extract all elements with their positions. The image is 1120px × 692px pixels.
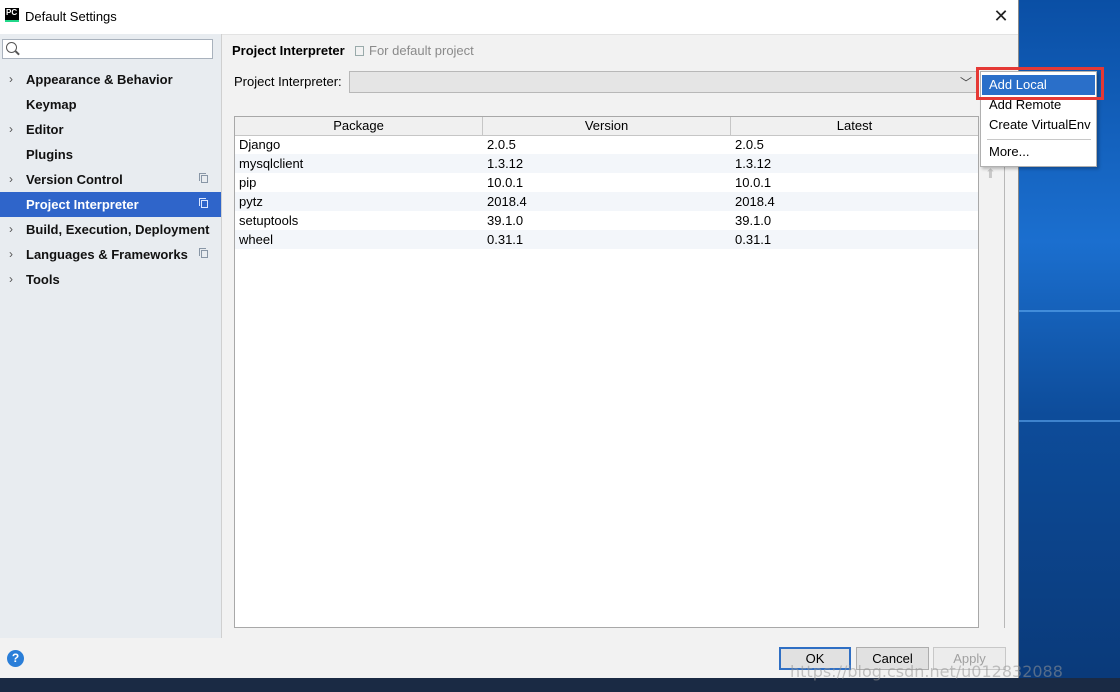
cell-package: Django: [239, 137, 281, 152]
page-subtitle: For default project: [355, 43, 474, 58]
table-row[interactable]: Django 2.0.5 2.0.5: [235, 135, 978, 154]
cell-version: 1.3.12: [487, 156, 524, 171]
sidebar-item-label: Languages & Frameworks: [26, 247, 188, 262]
search-icon: [6, 42, 17, 53]
chevron-right-icon[interactable]: ›: [9, 167, 13, 192]
sidebar-item-languages-frameworks[interactable]: › Languages & Frameworks: [0, 242, 221, 267]
sidebar-item-plugins[interactable]: Plugins: [0, 142, 221, 167]
project-scope-icon: [199, 173, 208, 183]
table-header: Package Version Latest: [235, 117, 978, 136]
sidebar-item-keymap[interactable]: Keymap: [0, 92, 221, 117]
sidebar-item-editor[interactable]: › Editor: [0, 117, 221, 142]
sidebar-item-build-execution-deployment[interactable]: › Build, Execution, Deployment: [0, 217, 221, 242]
cell-package: setuptools: [239, 213, 299, 228]
column-header-package[interactable]: Package: [235, 117, 483, 135]
desktop-light-beam: [1018, 420, 1120, 422]
project-scope-icon: [199, 198, 208, 208]
cell-version: 2.0.5: [487, 137, 516, 152]
interpreter-select[interactable]: ﹀: [349, 71, 977, 93]
sidebar-item-label: Version Control: [26, 172, 123, 187]
sidebar-item-label: Appearance & Behavior: [26, 72, 173, 87]
settings-search-input[interactable]: [2, 39, 213, 59]
sidebar-item-label: Keymap: [26, 97, 77, 112]
column-header-latest[interactable]: Latest: [731, 117, 978, 135]
table-row[interactable]: pip 10.0.1 10.0.1: [235, 173, 978, 192]
sidebar-item-version-control[interactable]: › Version Control: [0, 167, 221, 192]
chevron-right-icon[interactable]: ›: [9, 67, 13, 92]
packages-table: Package Version Latest Django 2.0.5 2.0.5 m…: [234, 116, 979, 628]
table-row[interactable]: pytz 2018.4 2018.4: [235, 192, 978, 211]
sidebar-item-label: Editor: [26, 122, 64, 137]
upgrade-arrow-icon[interactable]: ⬆: [985, 166, 996, 182]
sidebar-item-label: Plugins: [26, 147, 73, 162]
cell-latest: 0.31.1: [735, 232, 772, 247]
table-toolbar: ⬆: [979, 116, 1005, 628]
annotation-highlight-box: [976, 67, 1104, 100]
cell-version: 2018.4: [487, 194, 527, 209]
cell-latest: 2.0.5: [735, 137, 764, 152]
menu-item-more[interactable]: More...: [982, 142, 1095, 162]
sidebar-item-project-interpreter[interactable]: Project Interpreter: [0, 192, 221, 217]
window-title: Default Settings: [25, 9, 117, 24]
sidebar-item-label: Build, Execution, Deployment: [26, 222, 210, 237]
sidebar-item-label: Project Interpreter: [26, 197, 139, 212]
settings-sidebar: › Appearance & Behavior Keymap › Editor Plugi…: [0, 34, 222, 638]
sidebar-item-appearance-behavior[interactable]: › Appearance & Behavior: [0, 67, 221, 92]
chevron-right-icon[interactable]: ›: [9, 267, 13, 292]
menu-separator: [987, 139, 1091, 140]
sidebar-item-tools[interactable]: › Tools: [0, 267, 221, 292]
copy-icon: [355, 46, 364, 56]
cell-latest: 39.1.0: [735, 213, 772, 228]
chevron-right-icon[interactable]: ›: [9, 217, 13, 242]
cell-latest: 10.0.1: [735, 175, 772, 190]
page-title: Project Interpreter: [232, 43, 345, 58]
title-bar: PC Default Settings ✕: [0, 0, 1018, 35]
menu-item-create-virtualenv[interactable]: Create VirtualEnv: [982, 115, 1095, 135]
table-row[interactable]: wheel 0.31.1 0.31.1: [235, 230, 978, 249]
column-header-version[interactable]: Version: [483, 117, 731, 135]
desktop-light-beam: [1018, 310, 1120, 312]
cell-version: 39.1.0: [487, 213, 524, 228]
chevron-right-icon[interactable]: ›: [9, 242, 13, 267]
cell-package: mysqlclient: [239, 156, 304, 171]
sidebar-item-label: Tools: [26, 272, 60, 287]
interpreter-label: Project Interpreter:: [234, 74, 342, 89]
chevron-down-icon: ﹀: [959, 76, 972, 90]
cell-version: 10.0.1: [487, 175, 524, 190]
table-row[interactable]: setuptools 39.1.0 39.1.0: [235, 211, 978, 230]
table-row[interactable]: mysqlclient 1.3.12 1.3.12: [235, 154, 978, 173]
cell-latest: 2018.4: [735, 194, 775, 209]
help-button[interactable]: ?: [7, 650, 24, 667]
project-scope-icon: [199, 248, 208, 258]
pycharm-app-icon: PC: [5, 8, 19, 22]
chevron-right-icon[interactable]: ›: [9, 117, 13, 142]
close-button[interactable]: ✕: [992, 6, 1010, 26]
cell-latest: 1.3.12: [735, 156, 772, 171]
cell-version: 0.31.1: [487, 232, 524, 247]
page-subtitle-text: For default project: [369, 43, 474, 58]
settings-dialog: PC Default Settings ✕ › Appearance & Beha…: [0, 0, 1019, 678]
cell-package: pytz: [239, 194, 263, 209]
cell-package: pip: [239, 175, 257, 190]
watermark: https://blog.csdn.net/u012832088: [790, 662, 1063, 681]
cell-package: wheel: [239, 232, 273, 247]
